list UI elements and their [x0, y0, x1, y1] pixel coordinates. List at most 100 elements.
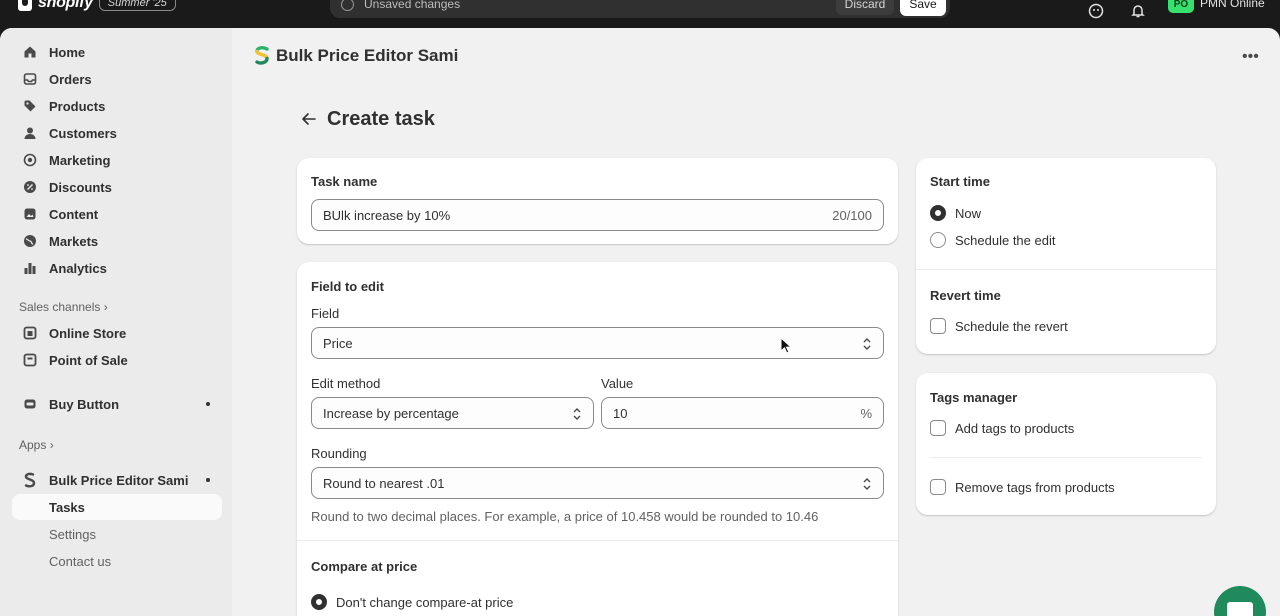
sidebar-item-content[interactable]: Content: [12, 201, 222, 227]
timing-card: Start time Now Schedule the edit Revert …: [916, 158, 1216, 354]
dont-change-compare-radio[interactable]: [311, 594, 327, 610]
sidebar-item-contact-us[interactable]: Contact us: [12, 548, 222, 574]
start-now-radio[interactable]: [930, 205, 946, 221]
sidebar-item-label: Home: [49, 44, 86, 60]
sidebar-item-label: Marketing: [49, 152, 111, 168]
home-icon: [22, 44, 38, 60]
sidebar-item-label: Customers: [49, 125, 117, 141]
target-icon: [22, 152, 38, 168]
select-chevron-icon: [573, 408, 581, 420]
add-tags-checkbox[interactable]: [930, 420, 946, 436]
schedule-revert-label[interactable]: Schedule the revert: [955, 319, 1068, 334]
schedule-edit-label[interactable]: Schedule the edit: [955, 233, 1055, 248]
sidebar-item-label: Orders: [49, 71, 92, 87]
sidebar-item-label: Discounts: [49, 179, 112, 195]
value-input[interactable]: 10 %: [601, 397, 884, 429]
sidebar-item-label: Buy Button: [49, 396, 120, 412]
schedule-revert-checkbox[interactable]: [930, 318, 946, 334]
sales-channels-header[interactable]: Sales channels ›: [19, 300, 108, 314]
rounding-label: Rounding: [311, 446, 367, 461]
section-divider: [916, 269, 1216, 270]
shopify-logo[interactable]: shopify Summer '25: [18, 0, 176, 12]
sidebar-item-home[interactable]: Home: [12, 39, 222, 65]
select-chevron-icon: [863, 338, 871, 350]
field-to-edit-card: Field to edit Field Price Edit method In…: [297, 262, 898, 616]
sidebar: Home Orders Products Customers Marketing…: [0, 28, 232, 616]
sidebar-item-buy-button[interactable]: Buy Button: [12, 391, 222, 417]
sidebar-item-analytics[interactable]: Analytics: [12, 255, 222, 281]
sidekick-icon[interactable]: [1088, 3, 1104, 19]
app-icon: [22, 472, 38, 488]
sidebar-item-point-of-sale[interactable]: Point of Sale: [12, 347, 222, 373]
task-name-input[interactable]: BUlk increase by 10% 20/100: [311, 199, 884, 231]
app-header: Bulk Price Editor Sami: [254, 46, 458, 66]
revert-time-title: Revert time: [930, 288, 1001, 303]
sidebar-item-label: Markets: [49, 233, 99, 249]
sidebar-item-label: Contact us: [49, 553, 112, 569]
task-name-title: Task name: [311, 174, 378, 189]
sidebar-item-label: Products: [49, 98, 106, 114]
bar-chart-icon: [22, 260, 38, 276]
edition-badge[interactable]: Summer '25: [98, 0, 176, 11]
save-button[interactable]: Save: [900, 0, 946, 16]
shopify-bag-icon: [18, 0, 32, 11]
apps-header[interactable]: Apps ›: [19, 438, 54, 452]
discard-button[interactable]: Discard: [836, 0, 894, 15]
rounding-select[interactable]: Round to nearest .01: [311, 467, 884, 499]
sidebar-item-discounts[interactable]: Discounts: [12, 174, 222, 200]
compare-at-price-title: Compare at price: [311, 559, 418, 574]
person-icon: [22, 125, 38, 141]
add-tags-label[interactable]: Add tags to products: [955, 421, 1074, 436]
field-select-value: Price: [323, 336, 353, 351]
chat-button[interactable]: [1214, 586, 1266, 616]
sidebar-item-label: Content: [49, 206, 99, 222]
app-logo-icon: [255, 46, 269, 65]
app-title: Bulk Price Editor Sami: [276, 46, 459, 65]
percent-suffix: %: [860, 406, 872, 421]
sidebar-item-settings[interactable]: Settings: [12, 521, 222, 547]
remove-tags-checkbox[interactable]: [930, 479, 946, 495]
more-actions-icon[interactable]: •••: [1242, 48, 1259, 66]
admin-frame: Home Orders Products Customers Marketing…: [0, 28, 1280, 616]
sidebar-item-customers[interactable]: Customers: [12, 120, 222, 146]
start-time-title: Start time: [930, 174, 990, 189]
chevron-right-icon: ›: [103, 300, 108, 314]
field-label: Field: [311, 306, 340, 321]
field-to-edit-title: Field to edit: [311, 279, 384, 294]
chat-icon: [1227, 602, 1253, 616]
alert-icon: [341, 0, 354, 11]
store-avatar[interactable]: PO: [1168, 0, 1194, 13]
character-counter: 20/100: [832, 208, 872, 223]
tag-icon: [22, 98, 38, 114]
sidebar-item-bulk-price-editor[interactable]: Bulk Price Editor Sami: [12, 467, 222, 493]
sidebar-item-marketing[interactable]: Marketing: [12, 147, 222, 173]
sidebar-item-markets[interactable]: Markets: [12, 228, 222, 254]
bell-icon[interactable]: [1130, 3, 1146, 19]
dont-change-compare-label[interactable]: Don't change compare-at price: [336, 595, 513, 610]
task-name-value: BUlk increase by 10%: [323, 208, 451, 223]
sidebar-item-products[interactable]: Products: [12, 93, 222, 119]
pin-indicator: [206, 402, 210, 406]
start-now-label[interactable]: Now: [955, 206, 981, 221]
edit-method-select[interactable]: Increase by percentage: [311, 397, 594, 429]
pos-icon: [22, 352, 38, 368]
unsaved-changes-bar: Unsaved changes Discard Save: [330, 0, 950, 18]
remove-tags-label[interactable]: Remove tags from products: [955, 480, 1115, 495]
value-input-value: 10: [613, 406, 628, 421]
logo-wordmark: shopify: [38, 0, 93, 11]
tags-manager-card: Tags manager Add tags to products Remove…: [916, 373, 1216, 515]
field-select[interactable]: Price: [311, 327, 884, 359]
schedule-edit-radio[interactable]: [930, 232, 946, 248]
store-name[interactable]: PMN Online: [1200, 0, 1265, 10]
chevron-right-icon: ›: [49, 438, 54, 452]
back-arrow-icon[interactable]: [300, 110, 318, 128]
section-divider: [930, 457, 1202, 458]
section-divider: [297, 540, 898, 541]
sidebar-item-label: Point of Sale: [49, 352, 128, 368]
globe-icon: [22, 233, 38, 249]
sidebar-item-label: Analytics: [49, 260, 107, 276]
store-icon: [22, 325, 38, 341]
sidebar-item-orders[interactable]: Orders: [12, 66, 222, 92]
sidebar-item-tasks[interactable]: Tasks: [12, 494, 222, 520]
sidebar-item-online-store[interactable]: Online Store: [12, 320, 222, 346]
